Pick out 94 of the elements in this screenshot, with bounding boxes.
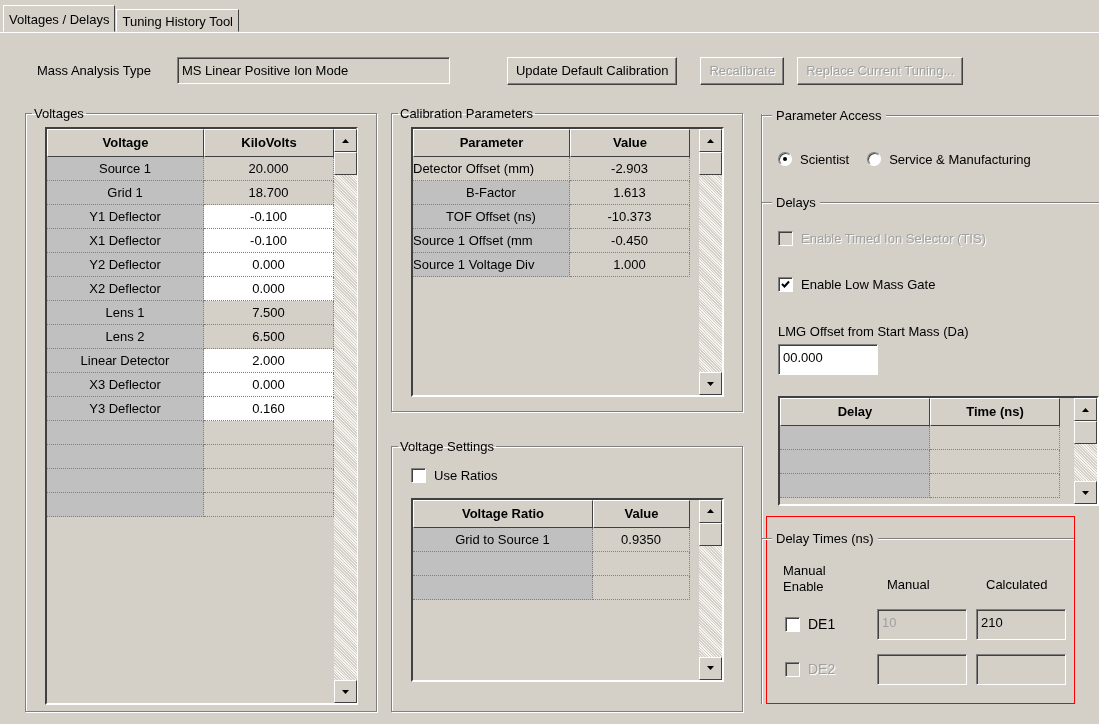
column-header: Voltage [47,129,204,157]
table-cell: B-Factor [413,181,570,205]
column-header: Time (ns) [930,398,1060,426]
table-cell[interactable]: -0.100 [204,205,334,229]
scroll-thumb[interactable] [334,152,357,175]
table-cell: X1 Deflector [47,229,204,253]
checkbox-label: Use Ratios [434,467,498,485]
radio-button[interactable] [778,152,792,167]
checkbox[interactable] [411,468,426,484]
checkbox[interactable] [778,277,793,293]
up-arrow-icon [342,138,349,143]
table-cell[interactable]: 0.000 [204,373,334,397]
column-header: Value [570,129,690,157]
scroll-up-button[interactable] [699,499,722,523]
group-title: Calibration Parameters [399,106,534,121]
table-cell: Lens 1 [47,301,204,325]
section-title: Delay Times (ns) [775,530,875,548]
down-arrow-icon [1082,490,1089,495]
offset-field[interactable]: 00.000 [778,344,878,375]
checkbox[interactable] [785,616,800,632]
table-cell: Source 1 [47,157,204,181]
scroll-up-button[interactable] [334,129,357,152]
field-label: Mass Analysis Type [37,61,151,80]
table-cell: 7.500 [204,301,334,325]
table-cell: X3 Deflector [47,373,204,397]
scrollbar[interactable] [1074,398,1097,504]
up-arrow-icon [1082,407,1089,412]
checkbox-label: DE1 [808,614,836,634]
scroll-up-button[interactable] [699,129,722,152]
check-icon [781,280,790,290]
scroll-thumb[interactable] [699,522,722,546]
scrollbar[interactable] [699,129,722,395]
field-label: LMG Offset from Start Mass (Da) [778,322,970,341]
up-arrow-icon [707,509,714,513]
group-title: Voltage Settings [399,439,495,454]
group-title: Voltages [33,106,85,121]
section-title: Delays [775,194,817,212]
scroll-thumb[interactable] [699,152,722,175]
scroll-down-button[interactable] [699,372,722,395]
tab[interactable]: Voltages / Delays [3,5,116,32]
table-cell: Lens 2 [47,325,204,349]
table-cell: X2 Deflector [47,277,204,301]
table-cell: Grid 1 [47,181,204,205]
table-cell[interactable]: -0.100 [204,229,334,253]
column-label: Manual [886,576,931,594]
table-cell: Source 1 Voltage Div [413,253,570,277]
column-header: Value [593,499,690,528]
table-cell: Y1 Deflector [47,205,204,229]
table-cell: 1.000 [570,253,690,277]
table-cell: 1.613 [570,181,690,205]
column-header: Parameter [413,129,570,157]
table-cell[interactable]: 2.000 [204,349,334,373]
table-cell: 6.500 [204,325,334,349]
scroll-thumb[interactable] [1074,421,1097,444]
down-arrow-icon [707,666,714,670]
table-cell[interactable]: 0.160 [204,397,334,421]
table-cell: Linear Detector [47,349,204,373]
tab[interactable]: Tuning History Tool [116,9,239,32]
table-cell: TOF Offset (ns) [413,205,570,229]
table-cell: 0.9350 [593,527,690,552]
column-header: KiloVolts [204,129,334,157]
table-cell: Detector Offset (mm) [413,157,570,181]
down-arrow-icon [707,381,714,386]
table-cell: 20.000 [204,157,334,181]
button[interactable]: Update Default Calibration [506,56,678,85]
scrollbar[interactable] [699,499,722,680]
down-arrow-icon [342,689,349,694]
scroll-up-button[interactable] [1074,398,1097,421]
scroll-down-button[interactable] [334,680,357,703]
table-cell: Grid to Source 1 [413,527,593,552]
table-cell[interactable]: 0.000 [204,277,334,301]
calculated-field: 210 [976,608,1066,640]
table-cell: -10.373 [570,205,690,229]
radio-label: Scientist [800,150,850,169]
checkbox-label: Enable Low Mass Gate [801,276,936,294]
section-title: Parameter Access [775,107,883,125]
mode-field: MS Linear Positive Ion Mode [176,57,450,84]
column-label: Manual Enable [783,562,827,595]
radio-label: Service & Manufacturing [889,150,1031,169]
scroll-down-button[interactable] [1074,481,1097,504]
up-arrow-icon [707,138,714,143]
column-label: Calculated [985,576,1049,594]
table-cell: -0.450 [570,229,690,253]
table-cell[interactable]: 0.000 [204,253,334,277]
radio-button[interactable] [867,152,882,167]
table-cell: 18.700 [204,181,334,205]
scroll-down-button[interactable] [699,656,722,680]
table-cell: Y2 Deflector [47,253,204,277]
table-cell: Y3 Deflector [47,397,204,421]
table-cell: -2.903 [570,157,690,181]
table-cell: Source 1 Offset (mm [413,229,570,253]
column-header: Delay [780,398,930,426]
scrollbar[interactable] [334,129,357,703]
column-header: Voltage Ratio [413,499,593,528]
